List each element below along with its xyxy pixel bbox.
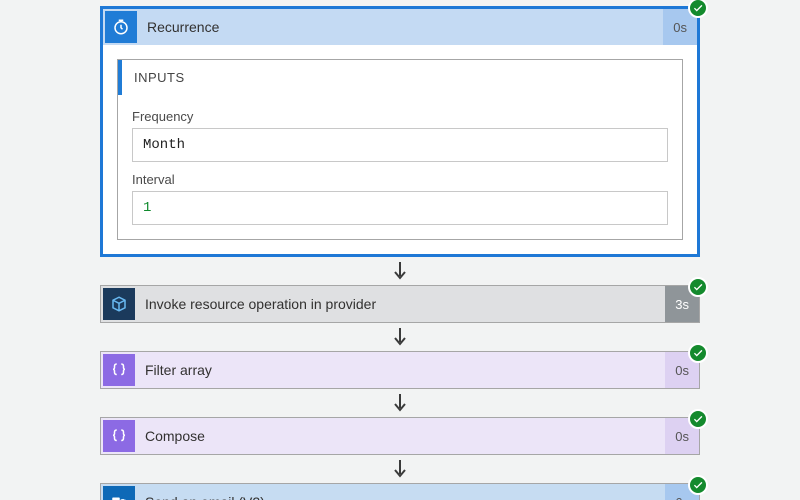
step-send-email: O Send an email (V2) 6s bbox=[100, 483, 700, 500]
step-header[interactable]: Recurrence 0s bbox=[103, 9, 697, 45]
step-card[interactable]: O Send an email (V2) 6s bbox=[100, 483, 700, 500]
connector-arrow bbox=[100, 257, 700, 285]
check-icon bbox=[693, 480, 703, 490]
step-header[interactable]: Compose 0s bbox=[101, 418, 699, 454]
step-card[interactable]: Compose 0s bbox=[100, 417, 700, 455]
connector-arrow bbox=[100, 389, 700, 417]
step-compose: Compose 0s bbox=[100, 417, 700, 455]
status-badge bbox=[688, 475, 708, 495]
step-filter: Filter array 0s bbox=[100, 351, 700, 389]
step-title: Invoke resource operation in provider bbox=[137, 296, 665, 312]
step-header[interactable]: Filter array 0s bbox=[101, 352, 699, 388]
flow-column: Recurrence 0s INPUTS Frequency Month Int… bbox=[100, 6, 700, 500]
braces-icon bbox=[103, 420, 135, 452]
braces-icon bbox=[103, 354, 135, 386]
outlook-icon: O bbox=[103, 486, 135, 500]
field-label-frequency: Frequency bbox=[132, 109, 668, 124]
step-invoke: Invoke resource operation in provider 3s bbox=[100, 285, 700, 323]
status-badge bbox=[688, 277, 708, 297]
step-card[interactable]: Filter array 0s bbox=[100, 351, 700, 389]
step-title: Filter array bbox=[137, 362, 665, 378]
step-title: Send an email (V2) bbox=[137, 494, 665, 500]
inputs-panel-title: INPUTS bbox=[118, 60, 682, 95]
status-badge bbox=[688, 0, 708, 18]
step-recurrence: Recurrence 0s INPUTS Frequency Month Int… bbox=[100, 6, 700, 257]
step-body: INPUTS Frequency Month Interval 1 bbox=[103, 45, 697, 254]
inputs-panel-body: Frequency Month Interval 1 bbox=[118, 95, 682, 239]
status-badge bbox=[688, 409, 708, 429]
inputs-panel: INPUTS Frequency Month Interval 1 bbox=[117, 59, 683, 240]
connector-arrow bbox=[100, 455, 700, 483]
clock-icon bbox=[105, 11, 137, 43]
step-title: Compose bbox=[137, 428, 665, 444]
check-icon bbox=[693, 3, 703, 13]
check-icon bbox=[693, 348, 703, 358]
connector-arrow bbox=[100, 323, 700, 351]
check-icon bbox=[693, 414, 703, 424]
field-label-interval: Interval bbox=[132, 172, 668, 187]
check-icon bbox=[693, 282, 703, 292]
status-badge bbox=[688, 343, 708, 363]
arrow-down-icon bbox=[391, 392, 409, 414]
cube-icon bbox=[103, 288, 135, 320]
step-card[interactable]: Invoke resource operation in provider 3s bbox=[100, 285, 700, 323]
field-value-frequency: Month bbox=[132, 128, 668, 162]
flow-run-canvas: Recurrence 0s INPUTS Frequency Month Int… bbox=[0, 0, 800, 500]
step-card[interactable]: Recurrence 0s INPUTS Frequency Month Int… bbox=[100, 6, 700, 257]
step-title: Recurrence bbox=[139, 19, 663, 35]
step-header[interactable]: Invoke resource operation in provider 3s bbox=[101, 286, 699, 322]
arrow-down-icon bbox=[391, 326, 409, 348]
arrow-down-icon bbox=[391, 458, 409, 480]
field-value-interval: 1 bbox=[132, 191, 668, 225]
arrow-down-icon bbox=[391, 260, 409, 282]
step-header[interactable]: O Send an email (V2) 6s bbox=[101, 484, 699, 500]
